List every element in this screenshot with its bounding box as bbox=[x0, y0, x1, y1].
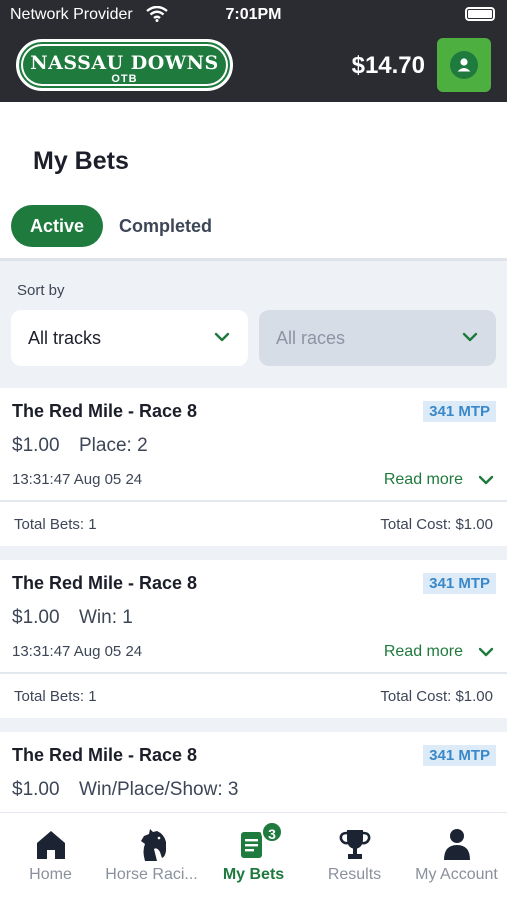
tracks-select-value: All tracks bbox=[28, 328, 102, 348]
battery-icon bbox=[465, 7, 495, 21]
total-cost: Total Cost: $1.00 bbox=[380, 516, 493, 533]
nav-label: My Bets bbox=[222, 866, 285, 883]
account-balance: $14.70 bbox=[351, 52, 425, 79]
nav-home[interactable]: Home bbox=[0, 813, 101, 900]
sort-label: Sort by bbox=[17, 282, 65, 299]
chevron-down-icon bbox=[462, 330, 478, 348]
sort-section: Sort by All tracks All races bbox=[0, 261, 507, 388]
bet-card[interactable]: The Red Mile - Race 8 341 MTP $1.00 Plac… bbox=[0, 388, 507, 546]
divider bbox=[0, 672, 507, 674]
user-icon bbox=[450, 51, 478, 79]
tab-completed[interactable]: Completed bbox=[119, 205, 212, 247]
bet-track: The Red Mile - Race 8 bbox=[12, 401, 198, 421]
tab-active[interactable]: Active bbox=[11, 205, 103, 247]
bet-type: Place: 2 bbox=[79, 435, 148, 456]
nav-my-bets[interactable]: 3 My Bets bbox=[203, 813, 304, 900]
page-title: My Bets bbox=[33, 147, 129, 175]
mtp-badge: 341 MTP bbox=[423, 745, 496, 766]
mtp-badge: 341 MTP bbox=[423, 401, 496, 422]
user-icon bbox=[440, 827, 474, 866]
races-select[interactable]: All races bbox=[259, 310, 496, 366]
bet-amount: $1.00 bbox=[12, 607, 60, 628]
bet-track: The Red Mile - Race 8 bbox=[12, 745, 198, 765]
brand-logo[interactable]: NASSAU DOWNS OTB bbox=[16, 39, 233, 91]
total-bets: Total Bets: 1 bbox=[14, 688, 97, 705]
chevron-down-icon bbox=[214, 330, 230, 348]
nav-my-account[interactable]: My Account bbox=[406, 813, 507, 900]
read-more-link[interactable]: Read more bbox=[384, 471, 463, 489]
tracks-select[interactable]: All tracks bbox=[11, 310, 248, 366]
bet-card[interactable]: The Red Mile - Race 8 341 MTP $1.00 Win:… bbox=[0, 560, 507, 718]
nav-horse-racing[interactable]: Horse Raci... bbox=[101, 813, 202, 900]
trophy-icon bbox=[338, 827, 372, 866]
chevron-down-icon[interactable] bbox=[478, 473, 494, 491]
bet-track: The Red Mile - Race 8 bbox=[12, 573, 198, 593]
bet-timestamp: 13:31:47 Aug 05 24 bbox=[12, 471, 143, 488]
status-time: 7:01PM bbox=[225, 6, 282, 23]
nav-label: My Account bbox=[415, 866, 498, 883]
chevron-down-icon[interactable] bbox=[478, 645, 494, 663]
nav-label: Horse Raci... bbox=[105, 866, 198, 883]
bet-timestamp: 13:31:47 Aug 05 24 bbox=[12, 643, 143, 660]
bet-amount: $1.00 bbox=[12, 435, 60, 456]
logo-sub-text: OTB bbox=[111, 73, 138, 85]
mtp-badge: 341 MTP bbox=[423, 573, 496, 594]
account-button[interactable] bbox=[437, 38, 491, 92]
total-cost: Total Cost: $1.00 bbox=[380, 688, 493, 705]
read-more-link[interactable]: Read more bbox=[384, 643, 463, 661]
divider bbox=[0, 500, 507, 502]
card-gap bbox=[0, 718, 507, 732]
bet-amount: $1.00 bbox=[12, 779, 60, 800]
nav-label: Results bbox=[327, 866, 382, 883]
total-bets: Total Bets: 1 bbox=[14, 516, 97, 533]
card-gap bbox=[0, 546, 507, 560]
bet-type: Win: 1 bbox=[79, 607, 133, 628]
app-header: NASSAU DOWNS OTB $14.70 bbox=[0, 30, 507, 102]
bet-type: Win/Place/Show: 3 bbox=[79, 779, 239, 800]
bottom-nav: Home Horse Raci... 3 My Bets Results My … bbox=[0, 812, 507, 900]
races-select-value: All races bbox=[276, 328, 346, 348]
status-bar: Network Provider 7:01PM bbox=[0, 0, 507, 30]
home-icon bbox=[34, 827, 68, 866]
nav-label: Home bbox=[29, 866, 72, 883]
horse-icon bbox=[135, 827, 169, 868]
logo-main-text: NASSAU DOWNS bbox=[30, 52, 219, 74]
nav-results[interactable]: Results bbox=[304, 813, 405, 900]
bets-count-badge: 3 bbox=[261, 821, 283, 843]
